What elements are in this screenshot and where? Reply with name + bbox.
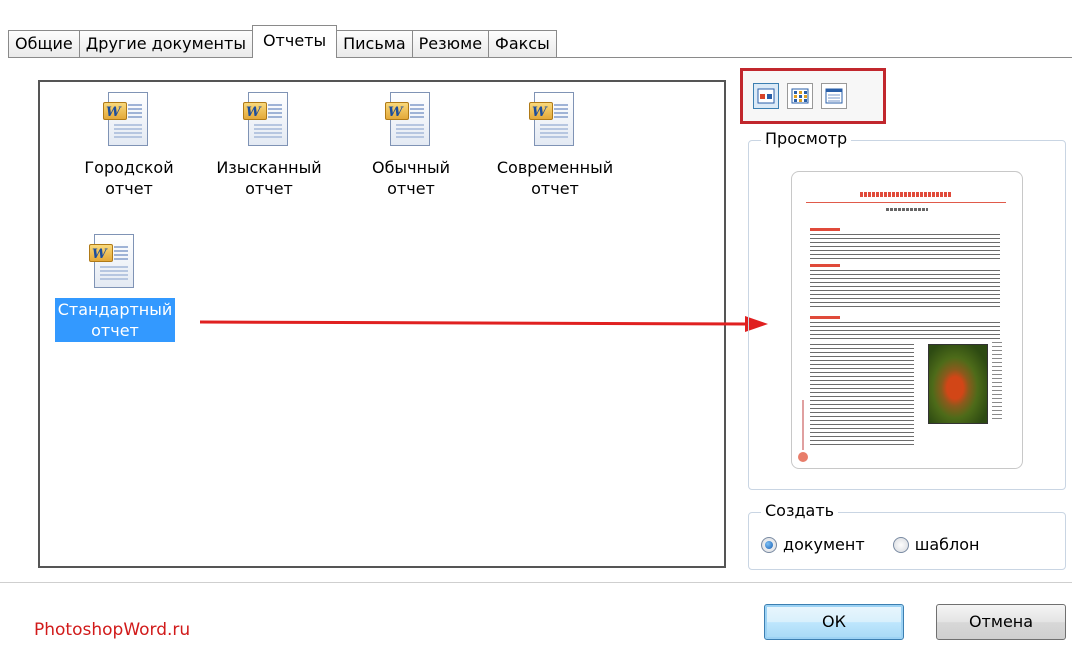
preview-group: Просмотр (748, 129, 1066, 490)
annotation-arrow (200, 316, 768, 332)
tab-faxes[interactable]: Факсы (488, 30, 557, 58)
radio-unselected-icon (892, 536, 909, 553)
template-item-standard-report[interactable]: W Стандартный отчет (40, 232, 190, 342)
tab-resumes[interactable]: Резюме (411, 30, 490, 58)
watermark: PhotoshopWord.ru (34, 620, 191, 640)
word-document-icon: W (88, 232, 142, 292)
large-icons-view-button[interactable] (753, 83, 779, 109)
tab-reports[interactable]: Отчеты (251, 25, 338, 58)
radio-template-label: шаблон (914, 535, 980, 554)
radio-selected-icon (761, 536, 777, 553)
list-view-icon (791, 88, 809, 104)
radio-template[interactable]: шаблон (892, 535, 980, 554)
template-label: Обычный отчет (371, 158, 451, 198)
template-item-ordinary-report[interactable]: W Обычный отчет (336, 90, 486, 200)
large-icons-view-icon (757, 88, 775, 104)
template-item-elegant-report[interactable]: W Изысканный отчет (194, 90, 344, 200)
tab-letters[interactable]: Письма (336, 30, 413, 58)
view-mode-group (740, 68, 886, 124)
template-item-city-report[interactable]: W Городской отчет (54, 90, 204, 200)
word-document-icon: W (528, 90, 582, 150)
tab-strip: Общие Другие документы Отчеты Письма Рез… (8, 25, 557, 58)
preview-thumbnail (791, 171, 1023, 469)
create-group: Создать документ шаблон (748, 501, 1066, 570)
footer-separator (0, 582, 1072, 583)
template-label: Городской отчет (84, 158, 174, 198)
radio-document[interactable]: документ (761, 535, 865, 554)
word-document-icon: W (384, 90, 438, 150)
details-view-icon (825, 88, 843, 104)
template-label: Современный отчет (496, 158, 614, 198)
create-legend: Создать (761, 501, 839, 520)
cancel-button[interactable]: Отмена (936, 604, 1066, 640)
word-document-icon: W (102, 90, 156, 150)
template-label: Изысканный отчет (216, 158, 322, 198)
preview-legend: Просмотр (761, 129, 852, 148)
list-view-button[interactable] (787, 83, 813, 109)
tab-general[interactable]: Общие (8, 30, 80, 58)
tab-other-documents[interactable]: Другие документы (78, 30, 253, 58)
template-item-modern-report[interactable]: W Современный отчет (480, 90, 630, 200)
template-label: Стандартный отчет (54, 298, 176, 342)
ok-button[interactable]: ОК (764, 604, 904, 640)
details-view-button[interactable] (821, 83, 847, 109)
flower-photo (928, 344, 988, 424)
word-document-icon: W (242, 90, 296, 150)
tab-divider (8, 57, 1072, 58)
radio-document-label: документ (783, 535, 865, 554)
